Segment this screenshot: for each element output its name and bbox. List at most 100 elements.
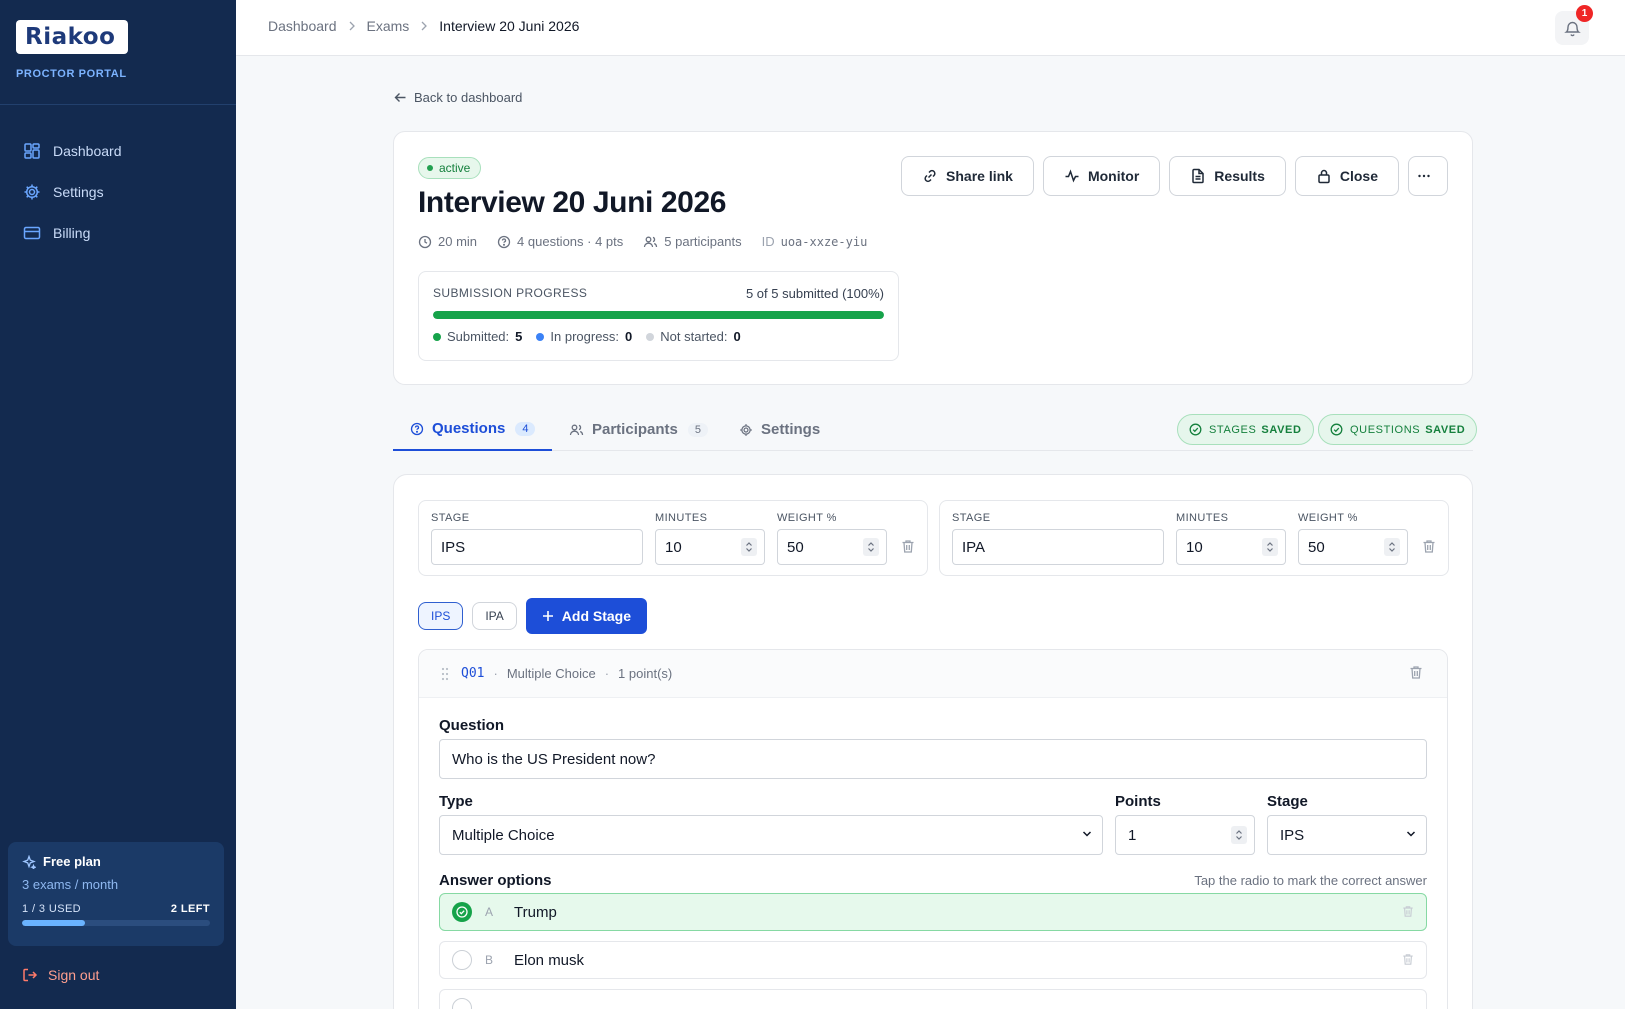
monitor-button[interactable]: Monitor: [1042, 156, 1161, 196]
tab-participants-count: 5: [687, 422, 708, 437]
tab-participants[interactable]: Participants 5: [569, 408, 708, 451]
minutes-input[interactable]: 10: [655, 529, 765, 565]
drag-handle-icon[interactable]: [441, 667, 449, 681]
stage-tabs: IPS IPA Add Stage: [418, 598, 648, 634]
stages-saved-badge: STAGES SAVED: [1177, 414, 1314, 445]
users-icon: [643, 235, 664, 249]
correct-answer-radio[interactable]: [452, 902, 472, 922]
type-label: Type: [439, 793, 473, 810]
questions-saved-status: SAVED: [1425, 423, 1466, 436]
tab-settings[interactable]: Settings: [739, 408, 820, 451]
minutes-input[interactable]: 10: [1176, 529, 1286, 565]
option-text-input[interactable]: Elon musk: [514, 952, 584, 969]
plan-usage-bar-fill: [22, 920, 85, 926]
logo[interactable]: Riakoo: [16, 20, 128, 54]
question-circle-icon: [497, 235, 517, 249]
meta-questions: 4 questions · 4 pts: [497, 234, 623, 249]
tab-questions[interactable]: Questions 4: [393, 408, 553, 451]
meta-questions-text: 4 questions · 4 pts: [517, 234, 624, 249]
spinner-icon[interactable]: [741, 538, 757, 556]
sidebar-item-label: Billing: [53, 224, 91, 241]
spinner-icon[interactable]: [1231, 826, 1247, 844]
sidebar-item-billing[interactable]: Billing: [0, 212, 236, 253]
status-badge: active: [418, 157, 482, 179]
spinner-icon[interactable]: [863, 538, 879, 556]
plan-subtitle: 3 exams / month: [22, 877, 119, 892]
more-actions-button[interactable]: [1408, 156, 1448, 196]
sign-out-icon: [22, 967, 48, 983]
credit-card-icon: [23, 224, 41, 242]
sidebar: Riakoo PROCTOR PORTAL Dashboard Settings…: [0, 0, 236, 1009]
meta-duration: 20 min: [418, 234, 477, 249]
stage-name-input[interactable]: IPA: [952, 529, 1164, 565]
breadcrumb: Dashboard Exams Interview 20 Juni 2026: [268, 18, 579, 34]
points-input[interactable]: 1: [1115, 815, 1255, 855]
results-label: Results: [1214, 168, 1265, 184]
stage-select-label: Stage: [1267, 793, 1308, 810]
progress-label: SUBMISSION PROGRESS: [433, 286, 588, 300]
breadcrumb-exams[interactable]: Exams: [367, 18, 410, 34]
back-to-dashboard-link[interactable]: Back to dashboard: [394, 90, 522, 105]
sidebar-nav: Dashboard Settings Billing: [0, 130, 236, 253]
stage-chip-ips[interactable]: IPS: [418, 602, 464, 630]
chevron-down-icon: [1082, 830, 1092, 838]
clock-icon: [418, 235, 438, 249]
option-text-input[interactable]: Trump: [514, 904, 557, 921]
question-text-input[interactable]: Who is the US President now?: [439, 739, 1427, 779]
type-select-value: Multiple Choice: [452, 826, 555, 844]
answer-radio[interactable]: [452, 998, 472, 1009]
add-stage-button[interactable]: Add Stage: [525, 598, 648, 634]
type-select[interactable]: Multiple Choice: [439, 815, 1103, 855]
exam-actions: Share link Monitor Results Close: [892, 156, 1448, 196]
bell-icon: [1563, 20, 1581, 37]
delete-option-button[interactable]: [1402, 905, 1414, 918]
separator: ·: [493, 666, 498, 681]
delete-question-button[interactable]: [1409, 665, 1423, 680]
close-exam-button[interactable]: Close: [1294, 156, 1399, 196]
tab-questions-count: 4: [515, 421, 536, 436]
question-type-summary: Multiple Choice: [506, 666, 596, 681]
sign-out-button[interactable]: Sign out: [22, 967, 99, 983]
tab-participants-label: Participants: [592, 421, 678, 438]
check-circle-icon: [1189, 423, 1209, 436]
sign-out-label: Sign out: [48, 967, 100, 983]
weight-input[interactable]: 50: [1298, 529, 1408, 565]
users-icon: [569, 423, 592, 437]
minutes-label: MINUTES: [1176, 512, 1229, 524]
tab-questions-label: Questions: [432, 420, 506, 437]
add-stage-label: Add Stage: [561, 608, 632, 624]
share-link-button[interactable]: Share link: [901, 156, 1034, 196]
stage-chip-ipa[interactable]: IPA: [472, 602, 517, 630]
delete-stage-button[interactable]: [901, 539, 915, 554]
spinner-icon[interactable]: [1262, 538, 1278, 556]
minutes-label: MINUTES: [655, 512, 708, 524]
points-label: Points: [1115, 793, 1161, 810]
notifications-button[interactable]: 1: [1555, 5, 1593, 45]
meta-participants-text: 5 participants: [664, 234, 742, 249]
answer-radio[interactable]: [452, 950, 472, 970]
stage-card: STAGE IPS MINUTES 10 WEIGHT % 50: [418, 500, 928, 576]
answers-hint: Tap the radio to mark the correct answer: [1194, 873, 1427, 888]
exam-id-label: ID: [761, 234, 775, 249]
plan-usage-bar: [22, 920, 210, 926]
sidebar-item-dashboard[interactable]: Dashboard: [0, 130, 236, 171]
progress-bar: [433, 311, 884, 319]
spinner-icon[interactable]: [1384, 538, 1400, 556]
page-title: Interview 20 Juni 2026: [418, 186, 727, 219]
results-button[interactable]: Results: [1169, 156, 1286, 196]
delete-stage-button[interactable]: [1422, 539, 1436, 554]
answers-label: Answer options: [439, 872, 552, 889]
weight-input[interactable]: 50: [777, 529, 887, 565]
breadcrumb-dashboard[interactable]: Dashboard: [268, 18, 337, 34]
option-letter: B: [485, 953, 494, 967]
sidebar-item-settings[interactable]: Settings: [0, 171, 236, 212]
stage-select[interactable]: IPS: [1267, 815, 1427, 855]
stage-name-input[interactable]: IPS: [431, 529, 643, 565]
meta-participants: 5 participants: [643, 234, 742, 249]
trash-icon: [1423, 540, 1435, 553]
legend-submitted-label: Submitted:: [447, 329, 510, 344]
legend-in-progress: In progress: 0: [536, 329, 632, 344]
exam-tabs: Questions 4 Participants 5 Settings STAG…: [393, 408, 1478, 451]
back-link-label: Back to dashboard: [414, 90, 523, 105]
delete-option-button[interactable]: [1402, 953, 1414, 966]
